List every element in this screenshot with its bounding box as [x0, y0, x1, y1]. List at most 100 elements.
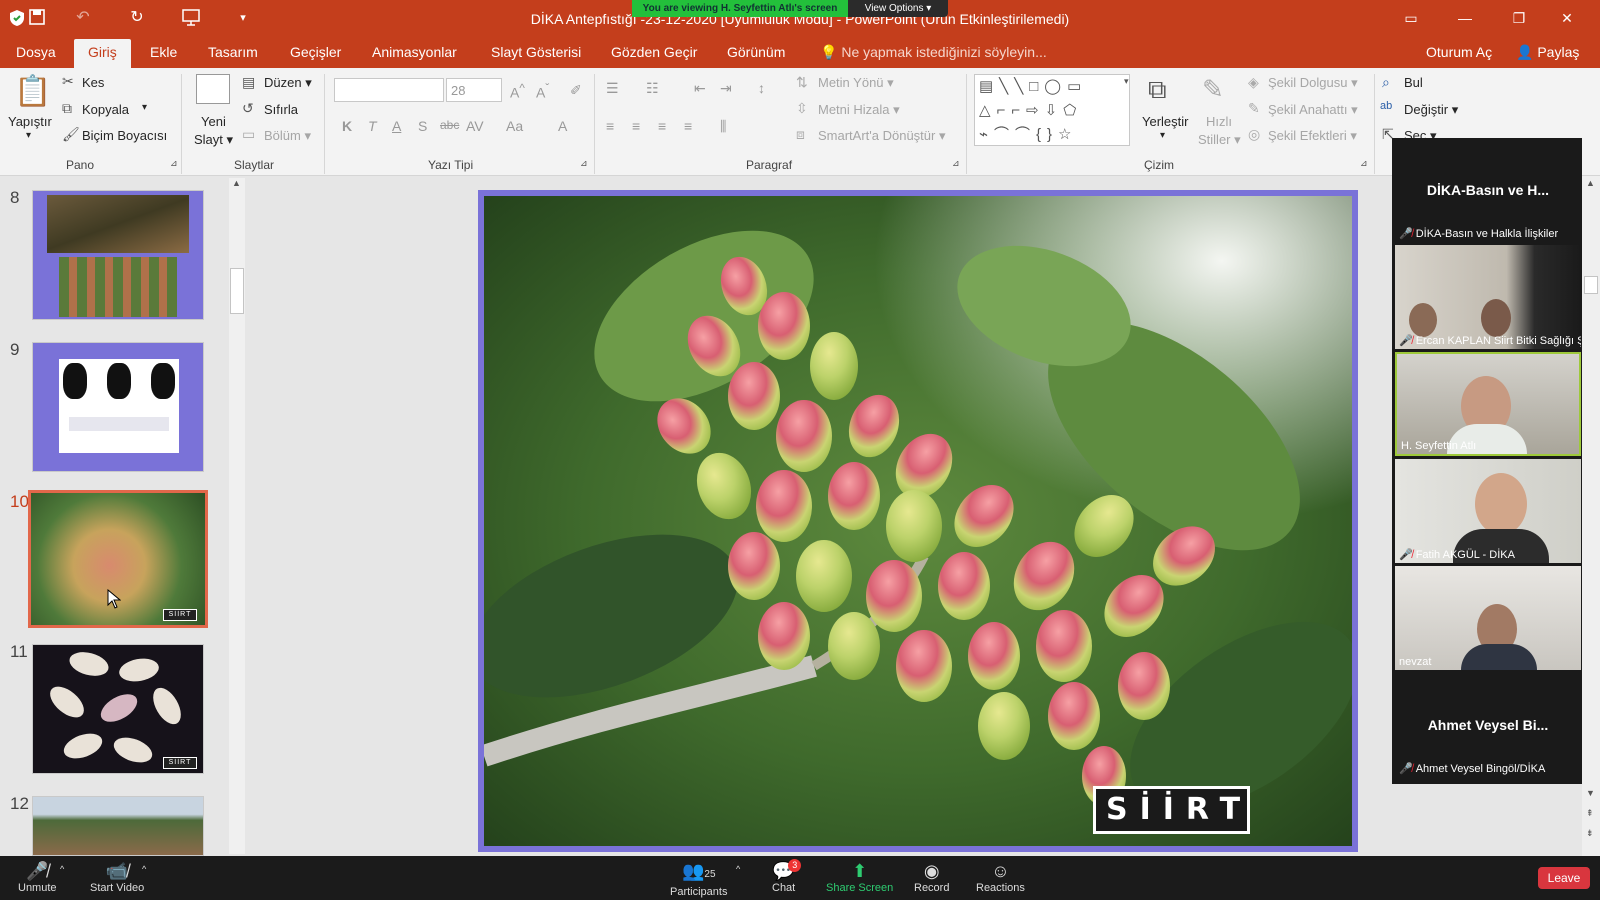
participants-button[interactable]: 👥25 Participants [670, 860, 727, 898]
line-spacing-icon[interactable]: ↕ [758, 80, 765, 96]
paste-button[interactable]: Yapıştır [8, 114, 52, 129]
record-button[interactable]: ◉ Record [914, 860, 949, 894]
format-painter-button[interactable]: Biçim Boyacısı [82, 128, 167, 143]
tab-giris[interactable]: Giriş [74, 39, 131, 68]
participant-tile[interactable]: Ahmet Veysel Bi... 🎤̸ Ahmet Veysel Bingöl… [1395, 673, 1581, 777]
tell-me-box[interactable]: 💡 Ne yapmak istediğinizi söyleyin... [820, 44, 1047, 61]
convert-smartart-button[interactable]: SmartArt'a Dönüştür ▾ [818, 128, 946, 144]
pano-launcher-icon[interactable]: ⊿ [170, 158, 178, 169]
character-spacing-button[interactable]: AV [466, 118, 484, 134]
shape-outline-button[interactable]: Şekil Anahattı ▾ [1268, 102, 1358, 118]
reactions-button[interactable]: ☺ Reactions [976, 860, 1025, 894]
quick-styles-button[interactable]: Hızlı [1206, 114, 1232, 129]
share-button[interactable]: 👤 Paylaş [1516, 44, 1579, 61]
new-slide-icon[interactable] [196, 74, 230, 104]
paste-icon[interactable]: 📋 [14, 74, 51, 109]
video-options-chevron-icon[interactable]: ^ [142, 864, 146, 874]
tab-tasarim[interactable]: Tasarım [208, 44, 258, 60]
tab-dosya[interactable]: Dosya [16, 44, 56, 60]
layout-button[interactable]: Düzen ▾ [264, 75, 312, 91]
tab-animasyonlar[interactable]: Animasyonlar [372, 44, 457, 60]
previous-slide-icon[interactable]: ⇞ [1586, 808, 1594, 819]
tab-gecisler[interactable]: Geçişler [290, 44, 341, 60]
numbering-icon[interactable]: ☷ [646, 80, 659, 97]
scroll-up-icon[interactable]: ▲ [232, 178, 241, 188]
bullets-icon[interactable]: ☰ [606, 80, 619, 97]
align-right-icon[interactable]: ≡ [658, 118, 666, 134]
drawing-launcher-icon[interactable]: ⊿ [1360, 158, 1368, 169]
close-icon[interactable]: ✕ [1552, 6, 1582, 30]
next-slide-icon[interactable]: ⇟ [1586, 828, 1594, 839]
tab-ekle[interactable]: Ekle [150, 44, 177, 60]
copy-button[interactable]: Kopyala [82, 102, 129, 117]
start-video-button[interactable]: 📹̸ Start Video [90, 860, 144, 894]
change-case-button[interactable]: Aa [506, 118, 523, 134]
strikethrough-button[interactable]: abc [440, 118, 459, 132]
slide-thumbnail-8[interactable] [32, 190, 204, 320]
cut-button[interactable]: Kes [82, 75, 104, 90]
view-options-button[interactable]: View Options ▾ [848, 0, 948, 17]
columns-icon[interactable]: ⫼ [720, 118, 726, 135]
participants-chevron-icon[interactable]: ^ [736, 864, 740, 874]
tab-gorunum[interactable]: Görünüm [727, 44, 785, 60]
decrease-indent-icon[interactable]: ⇤ [694, 80, 706, 97]
unmute-button[interactable]: 🎤̸ Unmute [18, 860, 57, 894]
shape-fill-button[interactable]: Şekil Dolgusu ▾ [1268, 75, 1358, 91]
replace-button[interactable]: Değiştir ▾ [1404, 102, 1458, 118]
bold-button[interactable]: K [342, 118, 352, 134]
shapes-gallery[interactable]: ▤╲╲□◯▭ △⌐⌐⇨⇩⬠ ⌁⌒⌒{}☆ [974, 74, 1130, 146]
copy-dropdown-icon[interactable]: ▾ [142, 102, 147, 113]
leave-meeting-button[interactable]: Leave [1538, 867, 1590, 889]
font-size-combo[interactable]: 28 [446, 78, 502, 102]
participant-tile[interactable]: DİKA-Basın ve H... 🎤̸ DİKA-Basın ve Halkl… [1395, 138, 1581, 242]
increase-indent-icon[interactable]: ⇥ [720, 80, 732, 97]
italic-button[interactable]: T [368, 118, 377, 134]
audio-options-chevron-icon[interactable]: ^ [60, 864, 64, 874]
participant-tile[interactable]: 🎤̸ Ercan KAPLAN Siirt Bitki Sağlığı Ş... [1395, 245, 1581, 349]
underline-button[interactable]: A [392, 118, 401, 134]
paragraph-launcher-icon[interactable]: ⊿ [952, 158, 960, 169]
font-launcher-icon[interactable]: ⊿ [580, 158, 588, 169]
section-button[interactable]: Bölüm ▾ [264, 128, 311, 144]
align-text-button[interactable]: Metni Hizala ▾ [818, 102, 900, 118]
restore-icon[interactable]: ❐ [1504, 6, 1534, 30]
minimize-icon[interactable]: — [1450, 6, 1480, 30]
chat-button[interactable]: 💬 3 Chat [772, 859, 802, 894]
font-color-button[interactable]: A [558, 118, 567, 134]
shapes-more-icon[interactable]: ▾ [1124, 76, 1129, 87]
text-direction-button[interactable]: Metin Yönü ▾ [818, 75, 894, 91]
increase-font-icon[interactable]: A^ [510, 82, 525, 101]
new-slide-dropdown[interactable]: Slayt ▾ [194, 132, 233, 148]
arrange-button[interactable]: Yerleştir [1142, 114, 1188, 129]
font-name-combo[interactable] [334, 78, 444, 102]
slide-thumbnail-11[interactable]: SİİRT [32, 644, 204, 774]
clear-formatting-icon[interactable]: ✐ [570, 82, 582, 99]
scroll-thumb[interactable] [1584, 276, 1598, 294]
tab-slayt-gosterisi[interactable]: Slayt Gösterisi [491, 44, 581, 60]
align-center-icon[interactable]: ≡ [632, 118, 640, 134]
current-slide[interactable]: SİİRT [478, 190, 1358, 852]
participant-tile[interactable]: 🎤̸ Fatih AKGÜL - DİKA [1395, 459, 1581, 563]
participant-tile[interactable]: nevzat [1395, 566, 1581, 670]
decrease-font-icon[interactable]: Aˇ [536, 82, 549, 101]
ribbon-display-options-icon[interactable]: ▭ [1396, 6, 1426, 30]
scroll-up-icon[interactable]: ▲ [1586, 178, 1595, 188]
reset-button[interactable]: Sıfırla [264, 102, 298, 117]
align-left-icon[interactable]: ≡ [606, 118, 614, 134]
participant-tile-active-speaker[interactable]: H. Seyfettin Atlı [1395, 352, 1581, 456]
sign-in-link[interactable]: Oturum Aç [1426, 44, 1492, 60]
quick-styles-dropdown[interactable]: Stiller ▾ [1198, 132, 1241, 148]
text-shadow-button[interactable]: S [418, 118, 427, 134]
scroll-down-icon[interactable]: ▼ [1586, 788, 1595, 798]
new-slide-button[interactable]: Yeni [201, 114, 226, 129]
share-screen-button[interactable]: ⬆ Share Screen [826, 860, 893, 894]
arrange-dropdown-icon[interactable]: ▾ [1160, 130, 1165, 141]
slide-thumbnail-12[interactable] [32, 796, 204, 856]
scroll-thumb[interactable] [230, 268, 244, 314]
tab-gozden-gecir[interactable]: Gözden Geçir [611, 44, 697, 60]
paste-dropdown-icon[interactable]: ▾ [26, 130, 31, 141]
slide-scrollbar[interactable]: ▲ ▼ ⇞ ⇟ [1582, 176, 1600, 856]
slide-thumbnail-10[interactable]: SİİRT [28, 490, 208, 628]
justify-icon[interactable]: ≡ [684, 118, 692, 134]
find-button[interactable]: Bul [1404, 75, 1423, 90]
